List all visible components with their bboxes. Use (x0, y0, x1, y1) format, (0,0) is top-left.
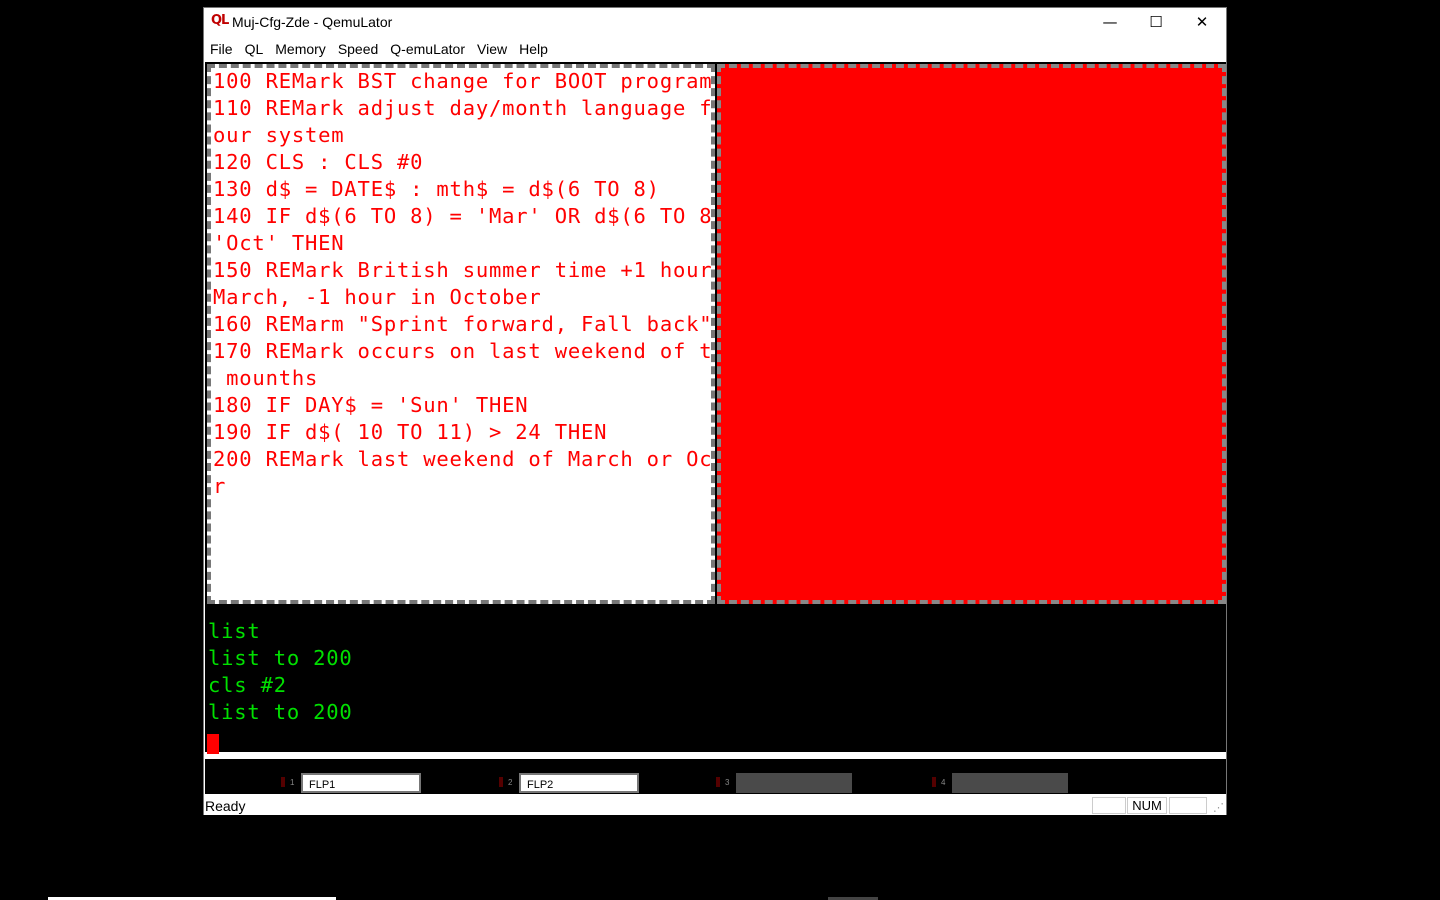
code-line: 190 IF d$( 10 TO 11) > 24 THEN (213, 420, 608, 444)
code-line: 200 REMark last weekend of March or Octo… (213, 447, 715, 471)
status-text: Ready (205, 798, 246, 814)
ql-app-icon: QL (211, 13, 229, 28)
resize-grip-icon[interactable]: ⋰ (1213, 801, 1224, 814)
caps-indicator (1092, 797, 1126, 814)
drive-panel: 1 FLP1 2 FLP2 3 4 (205, 759, 1226, 794)
command-history: list list to 200 cls #2 list to 200 (208, 618, 353, 726)
ql-emulator-screen[interactable]: 100 REMark BST change for BOOT program 11… (205, 62, 1226, 760)
menu-file[interactable]: File (204, 41, 239, 57)
code-line: 100 REMark BST change for BOOT program (213, 69, 713, 93)
drive-slot-4[interactable] (952, 773, 1068, 793)
listing-window: 100 REMark BST change for BOOT program 11… (207, 64, 715, 604)
code-line: mounths (213, 366, 319, 390)
command-line: list to 200 (208, 700, 353, 724)
code-line: our system (213, 123, 345, 147)
drive-led (716, 777, 720, 787)
code-line: 180 IF DAY$ = 'Sun' THEN (213, 393, 529, 417)
code-line: 'Oct' THEN (213, 231, 345, 255)
drive-number: 1 (290, 778, 295, 787)
code-line: r (213, 474, 227, 498)
code-line: 150 REMark British summer time +1 hour i… (213, 258, 715, 282)
menu-bar: File QL Memory Speed Q-emuLator View Hel… (204, 38, 1226, 60)
drive-number: 3 (725, 778, 730, 787)
drive-slot-flp2[interactable]: FLP2 (519, 773, 639, 793)
minimize-button[interactable]: — (1087, 8, 1133, 36)
minimize-icon: — (1102, 13, 1118, 31)
drive-label: FLP1 (309, 779, 336, 791)
drive-number: 4 (941, 778, 946, 787)
code-line: 110 REMark adjust day/month language for… (213, 96, 715, 120)
drive-slot-flp1[interactable]: FLP1 (301, 773, 421, 793)
code-line: 130 d$ = DATE$ : mth$ = d$(6 TO 8) (213, 177, 660, 201)
red-output-window (717, 64, 1226, 604)
menu-view[interactable]: View (471, 41, 513, 57)
menu-help[interactable]: Help (513, 41, 554, 57)
command-line: list to 200 (208, 646, 353, 670)
command-line: cls #2 (208, 673, 287, 697)
scroll-indicator (1169, 797, 1207, 814)
drive-led (281, 777, 285, 787)
code-listing: 100 REMark BST change for BOOT program 11… (211, 68, 715, 500)
qemulator-window: QL Muj-Cfg-Zde - QemuLator — ☐ ✕ File QL… (203, 7, 1227, 815)
maximize-button[interactable]: ☐ (1133, 8, 1179, 36)
drive-number: 2 (508, 778, 513, 787)
status-bar: Ready NUM ⋰ (204, 795, 1226, 815)
window-title: Muj-Cfg-Zde - QemuLator (232, 14, 393, 30)
title-bar[interactable]: QL Muj-Cfg-Zde - QemuLator — ☐ ✕ (204, 8, 1226, 36)
close-icon: ✕ (1195, 13, 1209, 31)
menu-memory[interactable]: Memory (269, 41, 332, 57)
close-button[interactable]: ✕ (1179, 8, 1225, 36)
code-line: 120 CLS : CLS #0 (213, 150, 424, 174)
maximize-icon: ☐ (1149, 13, 1163, 31)
num-indicator: NUM (1127, 797, 1167, 814)
code-line: 160 REMarm "Sprint forward, Fall back" (213, 312, 713, 336)
menu-ql[interactable]: QL (239, 41, 270, 57)
command-line: list (208, 619, 261, 643)
code-line: 140 IF d$(6 TO 8) = 'Mar' OR d$(6 TO 8) … (213, 204, 715, 228)
code-line: March, -1 hour in October (213, 285, 542, 309)
menu-q-emulator[interactable]: Q-emuLator (384, 41, 471, 57)
drive-slot-3[interactable] (736, 773, 852, 793)
drive-led (499, 777, 503, 787)
menu-speed[interactable]: Speed (332, 41, 384, 57)
drive-label: FLP2 (527, 779, 554, 791)
code-line: 170 REMark occurs on last weekend of tho… (213, 339, 715, 363)
drive-led (932, 777, 936, 787)
